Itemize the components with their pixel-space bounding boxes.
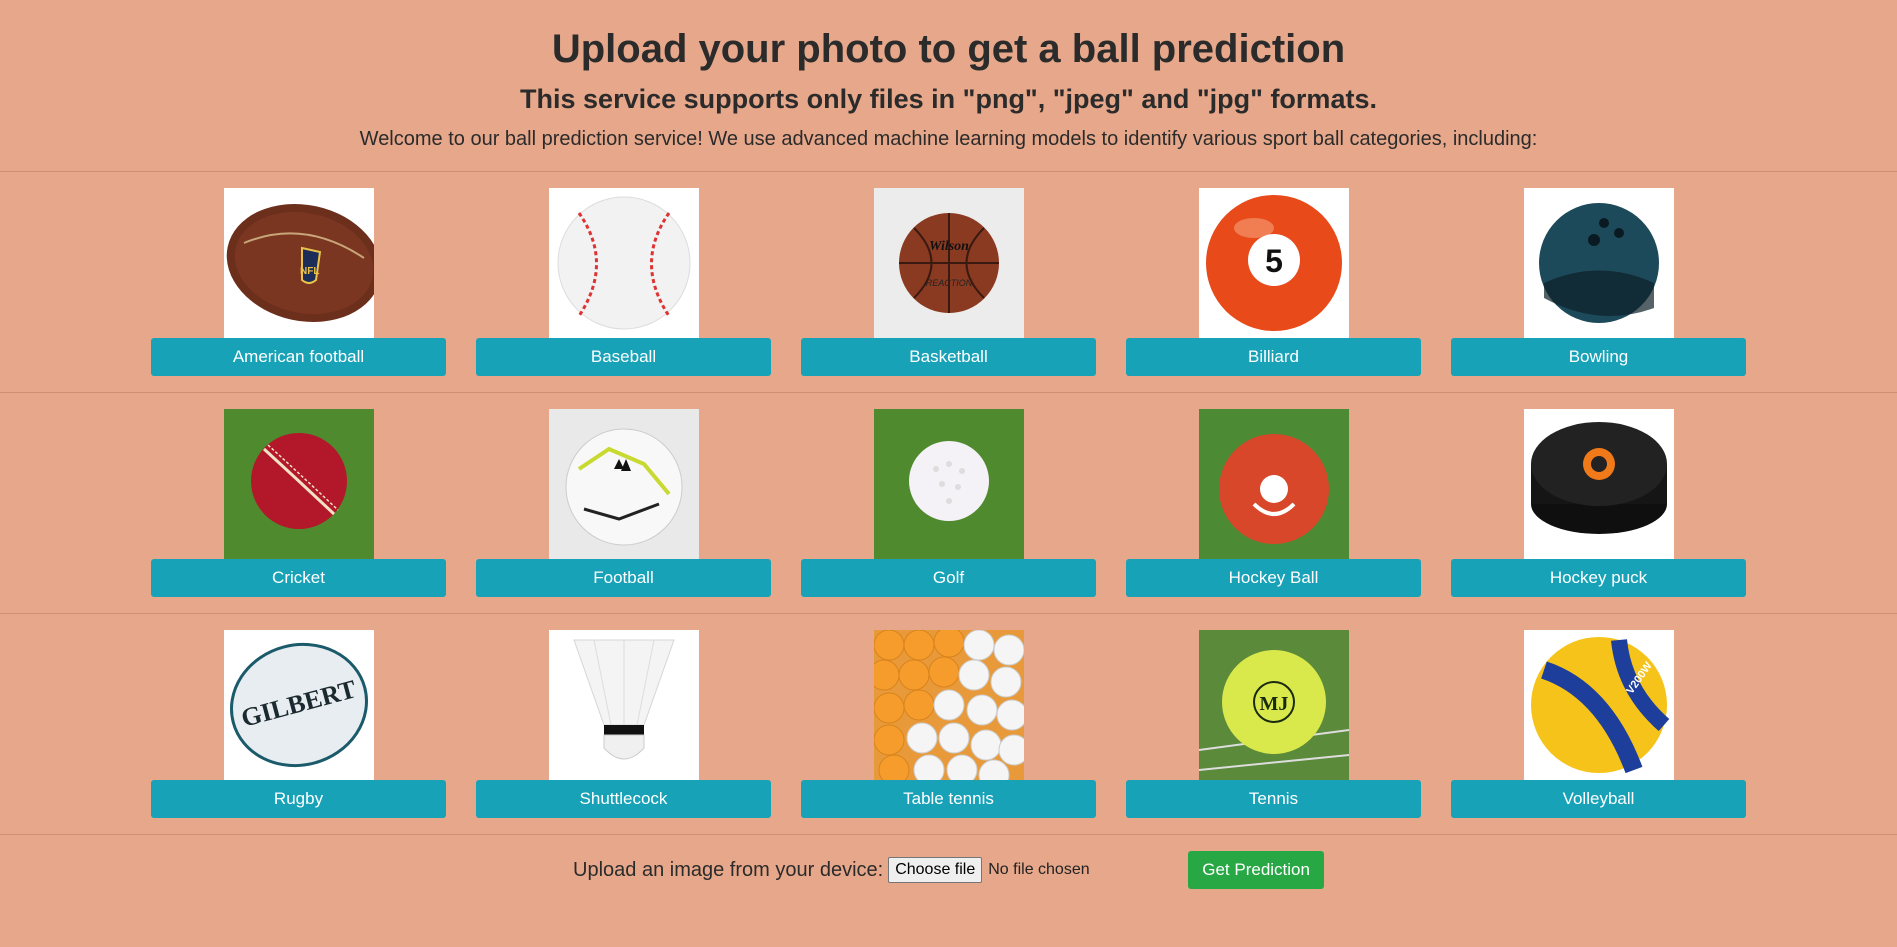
baseball-icon [548, 188, 699, 338]
ball-button-shuttlecock[interactable]: Shuttlecock [476, 780, 771, 818]
bowling-ball-icon [1523, 188, 1674, 338]
file-status: No file chosen [988, 861, 1090, 878]
svg-text:MJ: MJ [1259, 693, 1288, 715]
ball-button-tennis[interactable]: Tennis [1126, 780, 1421, 818]
ball-row-3: GILBERT Rugby Shuttlecock Table tennis M… [0, 614, 1897, 834]
rugby-ball-icon: GILBERT [223, 630, 374, 780]
ball-card-golf: Golf [801, 409, 1096, 597]
shuttlecock-icon [548, 630, 699, 780]
ball-card-rugby: GILBERT Rugby [151, 630, 446, 818]
svg-text:5: 5 [1265, 243, 1283, 279]
table-tennis-balls-icon [873, 630, 1024, 780]
ball-row-1: NFL American football Baseball Wilson RE… [0, 172, 1897, 392]
ball-card-american-football: NFL American football [151, 188, 446, 376]
tennis-ball-icon: MJ [1198, 630, 1349, 780]
ball-button-rugby[interactable]: Rugby [151, 780, 446, 818]
ball-button-billiard[interactable]: Billiard [1126, 338, 1421, 376]
page-header: Upload your photo to get a ball predicti… [0, 0, 1897, 151]
svg-text:Wilson: Wilson [929, 239, 969, 254]
upload-section: Upload an image from your device: Choose… [0, 835, 1897, 889]
ball-button-hockey-puck[interactable]: Hockey puck [1451, 559, 1746, 597]
cricket-ball-icon [223, 409, 374, 559]
page-title: Upload your photo to get a ball predicti… [551, 27, 1346, 71]
football-icon [548, 409, 699, 559]
ball-card-shuttlecock: Shuttlecock [476, 630, 771, 818]
hockey-puck-icon [1523, 409, 1674, 559]
golf-ball-icon [873, 409, 1024, 559]
get-prediction-button[interactable]: Get Prediction [1188, 851, 1324, 889]
ball-card-volleyball: V200W Volleyball [1451, 630, 1746, 818]
svg-text:NFL: NFL [300, 266, 319, 277]
ball-card-baseball: Baseball [476, 188, 771, 376]
ball-button-bowling[interactable]: Bowling [1451, 338, 1746, 376]
american-football-icon: NFL [223, 188, 374, 338]
ball-button-baseball[interactable]: Baseball [476, 338, 771, 376]
ball-card-cricket: Cricket [151, 409, 446, 597]
ball-button-hockey-ball[interactable]: Hockey Ball [1126, 559, 1421, 597]
ball-button-golf[interactable]: Golf [801, 559, 1096, 597]
ball-card-hockey-puck: Hockey puck [1451, 409, 1746, 597]
hockey-ball-icon [1198, 409, 1349, 559]
welcome-text: Welcome to our ball prediction service! … [359, 128, 1538, 150]
ball-card-tennis: MJ Tennis [1126, 630, 1421, 818]
ball-button-volleyball[interactable]: Volleyball [1451, 780, 1746, 818]
ball-row-2: Cricket Football Golf Hockey Ball Hockey… [0, 393, 1897, 613]
ball-button-table-tennis[interactable]: Table tennis [801, 780, 1096, 818]
choose-file-button[interactable]: Choose file [888, 857, 983, 883]
ball-card-football: Football [476, 409, 771, 597]
upload-label: Upload an image from your device: [573, 858, 884, 881]
billiard-ball-icon: 5 [1198, 188, 1349, 338]
ball-card-billiard: 5 Billiard [1126, 188, 1421, 376]
ball-button-basketball[interactable]: Basketball [801, 338, 1096, 376]
ball-button-american-football[interactable]: American football [151, 338, 446, 376]
ball-card-hockey-ball: Hockey Ball [1126, 409, 1421, 597]
ball-card-bowling: Bowling [1451, 188, 1746, 376]
svg-text:REACTION: REACTION [925, 278, 972, 288]
ball-card-basketball: Wilson REACTION Basketball [801, 188, 1096, 376]
formats-subtitle: This service supports only files in "png… [520, 84, 1377, 114]
ball-button-cricket[interactable]: Cricket [151, 559, 446, 597]
ball-button-football[interactable]: Football [476, 559, 771, 597]
volleyball-icon: V200W [1523, 630, 1674, 780]
basketball-icon: Wilson REACTION [873, 188, 1024, 338]
ball-card-table-tennis: Table tennis [801, 630, 1096, 818]
